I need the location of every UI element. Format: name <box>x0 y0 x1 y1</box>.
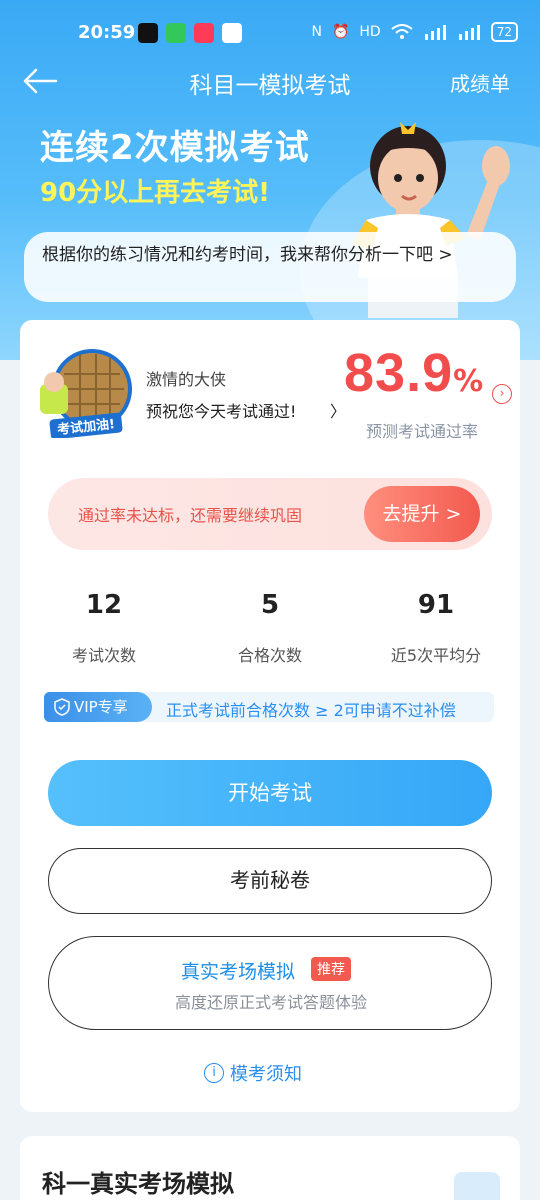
stat-value: 91 <box>417 590 455 620</box>
pass-rate-unit: % <box>453 364 484 399</box>
section-title: 科一真实考场模拟 <box>42 1170 234 1198</box>
user-wish-text[interactable]: 预祝您今天考试通过! <box>146 398 296 422</box>
mascot-illustration <box>352 122 510 318</box>
status-time: 20:59 <box>78 22 136 43</box>
battery-indicator: 72 <box>490 22 518 42</box>
real-exam-section-card[interactable]: 科一真实考场模拟 <box>20 1136 520 1200</box>
stat-label: 合格次数 <box>237 646 302 665</box>
video-app-icon <box>222 23 242 43</box>
improve-button[interactable]: 去提升 > <box>364 486 480 542</box>
signal-5g-icon <box>424 25 446 40</box>
avatar[interactable]: 考试加油! <box>40 344 134 438</box>
stat-value: 12 <box>85 590 123 620</box>
start-exam-button[interactable]: 开始考试 <box>48 760 492 826</box>
system-icons: N ⏰ HD 72 <box>311 22 518 42</box>
real-exam-subtitle: 高度还原正式考试答题体验 <box>174 993 367 1012</box>
pass-rate: 83.9% <box>344 342 483 404</box>
vip-strip[interactable]: VIP专享 正式考试前合格次数 ≥ 2可申请不过补偿 <box>44 692 494 722</box>
stat-value: 5 <box>260 590 280 620</box>
stat-average-score: 91 近5次平均分 <box>356 590 516 666</box>
app-icon <box>166 23 186 43</box>
capcut-app-icon <box>138 23 158 43</box>
vip-tag-label: VIP专享 <box>74 698 128 716</box>
exam-notice-label: 模考须知 <box>230 1064 302 1085</box>
checkbox-illustration-icon <box>454 1172 500 1200</box>
real-exam-simulation-button[interactable]: 真实考场模拟 推荐 高度还原正式考试答题体验 <box>48 936 492 1030</box>
notification-icons <box>138 23 242 43</box>
warning-banner: 通过率未达标，还需要继续巩固 去提升 > <box>48 478 492 550</box>
hero-subheadline: 90分以上再去考试! <box>40 178 271 208</box>
nfc-icon: N <box>311 24 322 40</box>
stat-exam-count: 12 考试次数 <box>24 590 184 666</box>
stat-pass-count: 5 合格次数 <box>190 590 350 666</box>
vip-tag: VIP专享 <box>44 692 152 722</box>
user-nickname: 激情的大侠 <box>146 370 227 389</box>
shield-check-icon <box>54 698 70 716</box>
stat-label: 考试次数 <box>71 646 136 665</box>
stat-label: 近5次平均分 <box>390 646 482 665</box>
warning-text: 通过率未达标，还需要继续巩固 <box>78 506 303 525</box>
status-bar: 20:59 N ⏰ HD 72 <box>0 0 540 64</box>
score-report-link[interactable]: 成绩单 <box>450 68 510 97</box>
wifi-icon <box>391 24 413 39</box>
chevron-circle-icon[interactable]: › <box>492 384 512 404</box>
real-exam-title: 真实考场模拟 <box>181 961 296 983</box>
music-app-icon <box>194 23 214 43</box>
alarm-icon: ⏰ <box>331 24 350 40</box>
recommend-badge: 推荐 <box>311 957 351 981</box>
analysis-bubble[interactable]: 根据你的练习情况和约考时间，我来帮你分析一下吧 > <box>24 232 516 302</box>
pass-rate-label: 预测考试通过率 <box>366 422 479 441</box>
secret-paper-button[interactable]: 考前秘卷 <box>48 848 492 914</box>
signal-5g-icon <box>458 25 480 40</box>
main-card: 考试加油! 激情的大侠 预祝您今天考试通过! 〉 83.9% › 预测考试通过率… <box>20 320 520 1112</box>
hd-icon: HD <box>359 24 381 40</box>
vip-text: 正式考试前合格次数 ≥ 2可申请不过补偿 <box>166 701 456 720</box>
info-icon: i <box>204 1063 224 1083</box>
hero-headline: 连续2次模拟考试 <box>40 128 310 168</box>
pass-rate-value: 83.9 <box>344 343 454 403</box>
exam-notice-link[interactable]: i 模考须知 <box>204 1060 302 1086</box>
